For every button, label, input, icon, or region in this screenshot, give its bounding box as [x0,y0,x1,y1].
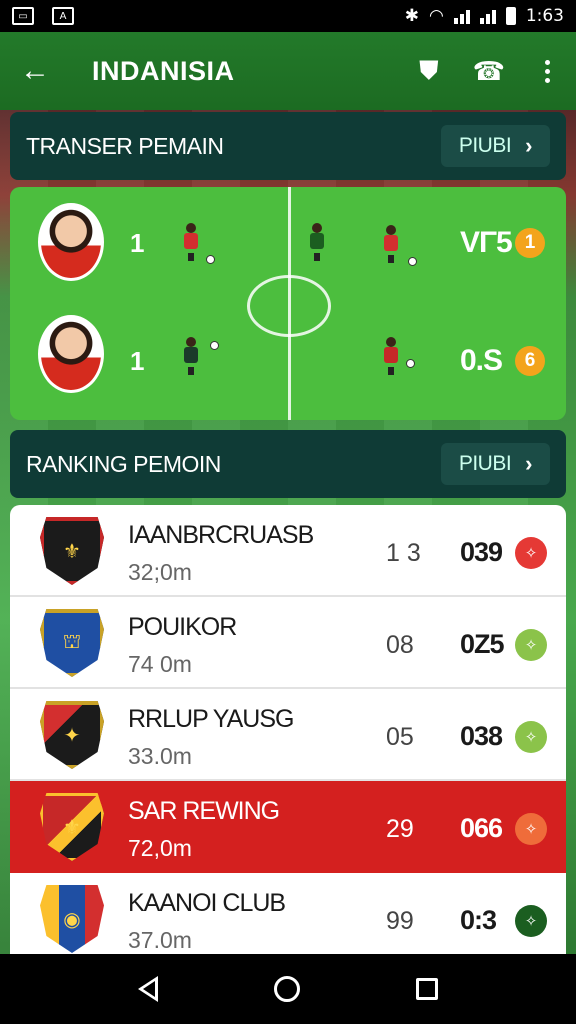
transfer-more-label: PIUBI [458,134,512,157]
club-name: KAANOI CLUB [128,889,286,917]
ball-icon [406,359,415,368]
wifi-icon: ◠ [428,6,444,26]
club-stat-a: 08 [386,631,414,659]
player-avatar [38,315,104,393]
transfer-row[interactable]: 1 VΓ5 1 [10,193,566,293]
transfer-score: VΓ5 [460,226,513,259]
ball-icon [408,257,417,266]
transfer-row[interactable]: 1 0.S 6 [10,311,566,411]
app-bar: ← INDANISIA ⛊ ☎ [0,32,576,110]
club-stat-a: 99 [386,907,414,935]
system-nav-bar [0,954,576,1024]
status-badge-icon[interactable]: ✧ [515,537,547,569]
ranking-list: ⚜ IAANBRCRUASB 32;0m 1 3 039 ✧ ⛫ POUIKOR… [10,505,566,954]
club-value: 37.0m [128,927,192,953]
player-figure [180,223,202,263]
whistle-icon[interactable]: ☎ [473,56,505,87]
nav-recents-icon[interactable] [416,978,438,1000]
player-figure [180,337,202,377]
transfer-field-card: 1 VΓ5 1 1 0.S 6 [10,187,566,420]
club-stat-b: 039 [460,537,503,567]
player-avatar [38,203,104,281]
club-crest-icon: ◉ [40,885,104,953]
player-figure [380,337,402,377]
ranking-more-button[interactable]: PIUBI › [440,443,550,485]
transfer-section-header: TRANSER PEMAIN PIUBI › [10,112,566,180]
ranking-section-header: RANKING PEMOIN PIUBI › [10,430,566,498]
signal-icon [453,8,470,24]
club-crest-icon: ⚜ [40,793,104,861]
transfer-section-title: TRANSER PEMAIN [26,132,224,159]
club-value: 72,0m [128,835,192,861]
nav-back-icon[interactable] [138,976,158,1002]
club-row-highlighted[interactable]: ⚜ SAR REWING 72,0m 29 066 ✧ [10,781,566,873]
player-figure [380,225,402,265]
photo-icon: A [52,7,74,25]
club-row[interactable]: ⛫ POUIKOR 74 0m 08 0Z5 ✧ [10,597,566,689]
player-figure [306,223,328,263]
club-value: 32;0m [128,559,192,585]
club-row[interactable]: ◉ KAANOI CLUB 37.0m 99 0:3 ✧ [10,873,566,954]
ball-icon [210,341,219,350]
club-stat-a: 29 [386,815,414,843]
jersey-icon[interactable]: ⛊ [419,55,439,87]
status-time: 1:63 [525,6,564,26]
club-stat-b: 0Z5 [460,629,505,659]
club-stat-a: 1 3 [386,539,421,567]
club-stat-a: 05 [386,723,414,751]
transfer-badge: 1 [515,228,545,258]
club-name: IAANBRCRUASB [128,521,314,549]
club-row[interactable]: ⚜ IAANBRCRUASB 32;0m 1 3 039 ✧ [10,505,566,597]
more-options-icon[interactable] [539,56,556,87]
transfer-more-button[interactable]: PIUBI › [440,125,550,167]
page-title: INDANISIA [92,55,235,86]
status-bar: ▭ A ✱ ◠ 1:63 [0,0,576,32]
ranking-section-title: RANKING PEMOIN [26,450,221,477]
chevron-right-icon: › [525,133,532,158]
chevron-right-icon: › [525,451,532,476]
club-stat-b: 0:3 [460,905,497,935]
back-arrow-icon[interactable]: ← [20,54,56,88]
status-badge-icon[interactable]: ✧ [515,721,547,753]
ball-icon [206,255,215,264]
club-name: RRLUP YAUSG [128,705,294,733]
signal-icon-2 [479,8,496,24]
status-badge-icon[interactable]: ✧ [515,629,547,661]
battery-icon [505,7,516,25]
club-crest-icon: ⛫ [40,609,104,677]
status-badge-icon[interactable]: ✧ [515,813,547,845]
club-stat-b: 038 [460,721,503,751]
status-badge-icon[interactable]: ✧ [515,905,547,937]
club-value: 33.0m [128,743,192,769]
club-stat-b: 066 [460,813,503,843]
club-row[interactable]: ✦ RRLUP YAUSG 33.0m 05 038 ✧ [10,689,566,781]
transfer-score: 0.S [460,344,503,377]
club-name: POUIKOR [128,613,237,641]
nav-home-icon[interactable] [274,976,300,1002]
gallery-icon: ▭ [12,7,34,25]
ranking-more-label: PIUBI [458,452,512,475]
transfer-badge: 6 [515,346,545,376]
bluetooth-icon: ✱ [404,6,419,26]
club-crest-icon: ⚜ [40,517,104,585]
transfer-number: 1 [130,345,145,376]
club-crest-icon: ✦ [40,701,104,769]
transfer-number: 1 [130,227,145,258]
club-value: 74 0m [128,651,192,677]
club-name: SAR REWING [128,797,280,825]
